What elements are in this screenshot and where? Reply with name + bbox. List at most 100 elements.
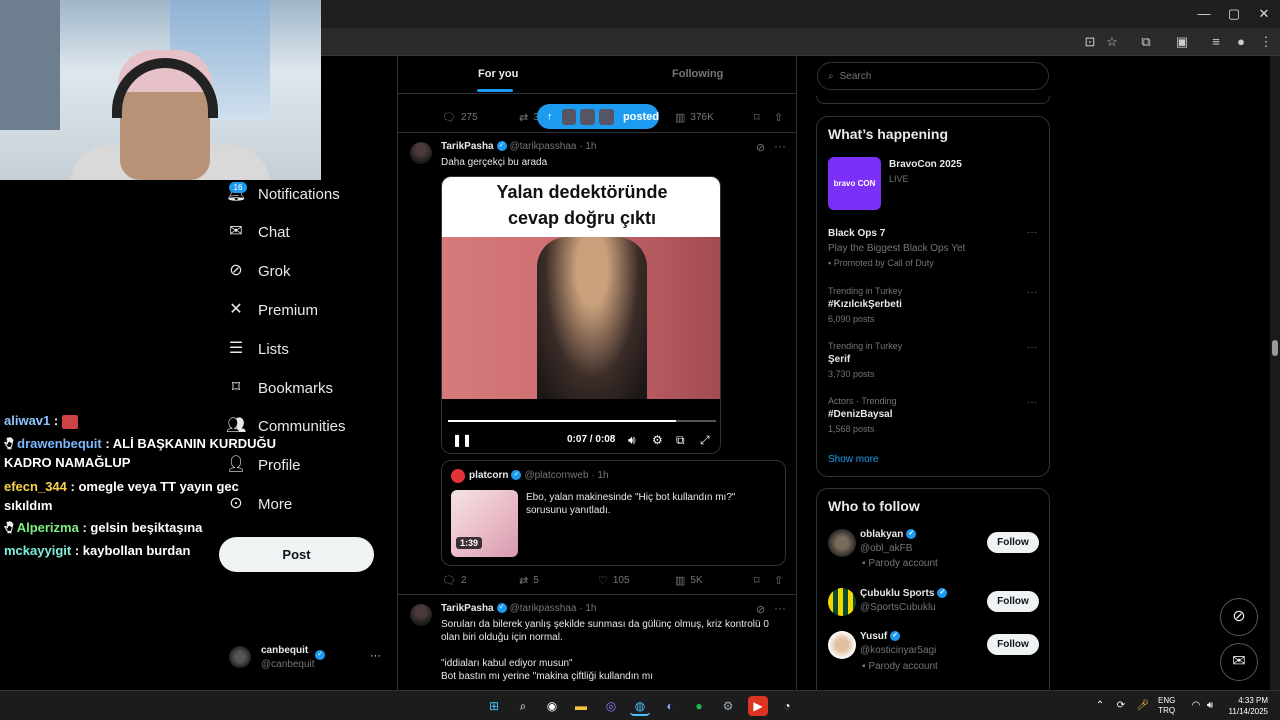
search-icon[interactable]: ⌕ [513,696,533,716]
avatar[interactable] [828,529,856,557]
search-input[interactable]: ⌕ Search [817,62,1049,90]
extensions-icon[interactable]: ⧉ [1136,32,1156,52]
mail-icon: ✉ [1232,653,1246,670]
volume-icon[interactable]: 🔊︎ [1200,696,1220,716]
tab-for-you[interactable]: For you [478,68,518,80]
nav-bookmarks[interactable]: ⌑ Bookmarks [226,374,333,402]
post-button[interactable]: Post [219,537,374,572]
event-name[interactable]: BravoCon 2025 [889,159,962,170]
steam-icon[interactable]: ◉ [542,696,562,716]
discord-icon[interactable]: ◐ [660,696,680,716]
bookmark-button[interactable]: ⌑ [754,574,765,587]
pause-icon[interactable]: ❚❚ [452,433,472,447]
chrome-icon[interactable]: ◍ [630,696,650,716]
avatar[interactable] [410,142,432,164]
more-icon[interactable]: ··· [1027,342,1037,353]
grok-icon[interactable]: ⊘ [756,603,765,616]
volume-icon[interactable]: 🔊︎ [628,433,636,448]
person-icon: 👤︎ [226,456,247,473]
sidepanel-icon[interactable]: ▣ [1172,32,1192,52]
language-indicator[interactable]: ENG TRQ [1158,696,1175,716]
post-author[interactable]: TarikPasha ✓ @tarikpasshaa · 1h [441,141,597,152]
scrollbar-thumb[interactable] [1272,340,1278,356]
follow-button[interactable]: Follow [987,591,1039,612]
quote-card[interactable]: platcorn ✓ @platcornweb · 1h 1:39 Ebo, yal… [441,460,786,566]
trend-name[interactable]: Black Ops 7 [828,228,885,239]
install-icon[interactable]: ⊡ [1080,32,1100,52]
more-icon[interactable]: ··· [1027,397,1037,408]
mic-icon[interactable]: 🎤︎ [1133,696,1153,716]
windows-start-icon[interactable]: ⊞ [484,696,504,716]
nav-lists[interactable]: ☰ Lists [226,335,289,363]
repost-button[interactable]: ⇄ 3 [519,111,539,124]
nav-premium[interactable]: ✕ Premium [226,296,318,324]
x-logo-icon: ✕ [229,301,243,318]
folder-icon[interactable]: ▬ [571,696,591,716]
nav-grok[interactable]: ⊘ Grok [226,257,290,285]
event-logo[interactable]: bravo CON [828,157,881,210]
scrollbar[interactable] [1270,56,1280,690]
grok-fab[interactable]: ⊘ [1220,598,1258,636]
app-icon[interactable]: ◎ [601,696,621,716]
grok-icon[interactable]: ⊘ [756,141,765,154]
taskbar: ⊞ ⌕ ◉ ▬ ◎ ◍ ◐ ● ⚙ ▶ ◔ ⌃ ⟳ 🎤︎ ENG TRQ ◠ 🔊︎… [0,690,1280,720]
avatar[interactable] [828,631,856,659]
nav-chat[interactable]: ✉ Chat [226,218,289,246]
post-author[interactable]: TarikPasha ✓ @tarikpasshaa · 1h [441,603,597,614]
chevron-up-icon[interactable]: ⌃ [1090,696,1110,716]
settings-icon[interactable]: ⚙ [652,433,663,447]
app-icon[interactable]: ◔ [777,696,797,716]
nav-profile[interactable]: 👤︎ Profile [226,451,301,479]
tab-following[interactable]: Following [672,68,723,80]
media-icon[interactable]: ≡ [1206,32,1226,52]
trend-name[interactable]: Şerif [828,354,850,365]
like-button[interactable]: ♡ 105 [598,574,630,587]
share-button[interactable]: ⇧ [774,574,788,587]
share-button[interactable]: ⇧ [774,111,788,124]
messages-fab[interactable]: ✉ [1220,643,1258,681]
profile-icon[interactable]: ● [1231,32,1251,52]
more-icon[interactable]: ··· [1027,227,1037,238]
reply-button[interactable]: 🗨︎ 2 [442,574,467,587]
more-circle-icon: ⊙ [229,495,243,512]
more-icon[interactable]: ··· [1027,287,1037,298]
bookmark-button[interactable]: ⌑ [754,111,765,124]
menu-icon[interactable]: ⋮ [1256,32,1276,52]
account-avatar[interactable] [229,646,251,668]
follow-name[interactable]: Çubuklu Sports ✓ [860,588,950,599]
avatar[interactable] [828,588,856,616]
reply-button[interactable]: 🗨︎ 275 [442,111,478,124]
spotify-icon[interactable]: ● [689,696,709,716]
fullscreen-icon[interactable]: ⤢ [700,433,710,448]
post-text-line: olan biri olduğu için normal. [441,632,563,643]
close-button[interactable]: ✕ [1254,4,1274,24]
clock[interactable]: 4:33 PM 11/14/2025 [1222,695,1268,717]
trend-name[interactable]: #DenizBaysal [828,409,892,420]
minimize-button[interactable]: — [1194,4,1214,24]
share-icon: ⇧ [774,112,784,124]
avatar[interactable] [410,604,432,626]
more-icon[interactable]: ··· [774,139,786,153]
maximize-button[interactable]: ▢ [1224,4,1244,24]
nav-label: Communities [258,417,346,435]
follow-button[interactable]: Follow [987,634,1039,655]
star-icon[interactable]: ☆ [1102,32,1122,52]
new-posts-pill[interactable]: ↑ posted [537,104,659,129]
follow-name[interactable]: oblakyan ✓ [860,529,919,540]
network-icon[interactable]: ⟳ [1111,696,1131,716]
follow-name[interactable]: Yusuf ✓ [860,631,903,642]
trend-name[interactable]: #KızılcıkŞerbeti [828,299,902,310]
settings-icon[interactable]: ⚙ [718,696,738,716]
repost-button[interactable]: ⇄ 5 [519,574,539,587]
pip-icon[interactable]: ⧉ [676,433,685,448]
show-more-link[interactable]: Show more [828,454,879,465]
follow-button[interactable]: Follow [987,532,1039,553]
more-icon[interactable]: ··· [774,601,786,615]
notification-badge: 16 [229,182,247,193]
views-button[interactable]: ▥ 5K [675,574,703,587]
video-player[interactable]: Yalan dedektöründe cevap doğru çıktı ❚❚ … [441,176,721,454]
repost-icon: ⇄ [519,575,529,587]
app-icon[interactable]: ▶ [748,696,768,716]
account-more-button[interactable]: ··· [370,650,381,662]
views-button[interactable]: ▥ 376K [675,111,714,124]
